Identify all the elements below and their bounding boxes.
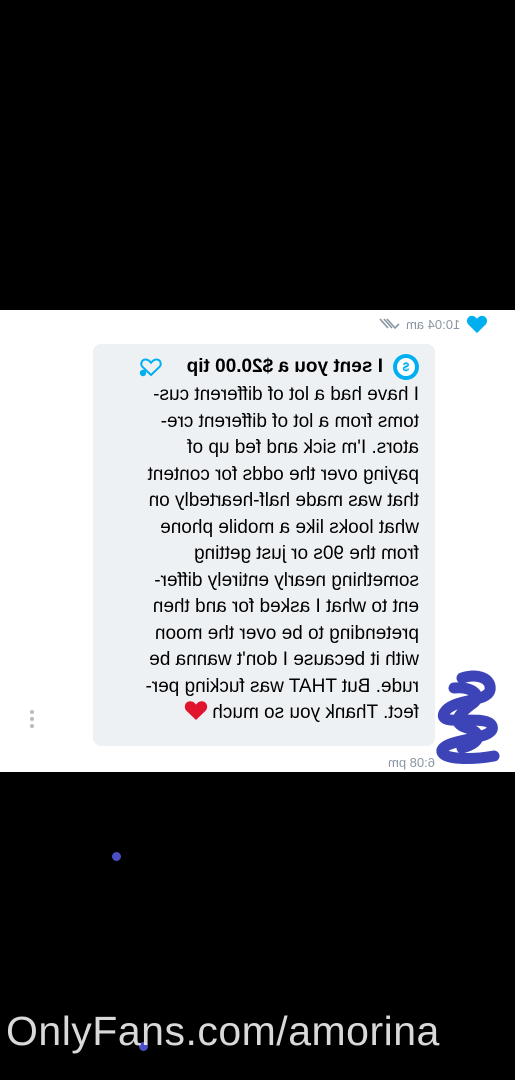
like-heart-icon[interactable] (466, 314, 488, 334)
more-options-icon[interactable] (30, 710, 34, 728)
previous-message-timestamp: 10:04 am (406, 316, 461, 332)
redaction-scribble (436, 670, 500, 764)
message-text: I have had a lot of different cus- toms … (109, 382, 419, 727)
read-receipt-icon (379, 318, 400, 330)
previous-message-meta: 10:04 am (378, 314, 488, 334)
watermark: OnlyFans.com/amorina (6, 1008, 440, 1054)
blue-dot-marker (112, 852, 121, 861)
message-timestamp: 6:08 pm (388, 755, 435, 770)
like-outline-heart-icon[interactable] (139, 356, 163, 378)
tip-header: $ I sent you a $20.00 tip (109, 354, 419, 380)
dollar-circle-icon: $ (393, 354, 419, 380)
message-text-content: I have had a lot of different cus- toms … (145, 384, 419, 723)
tip-label: I sent you a $20.00 tip (186, 356, 383, 377)
message-bubble: $ I sent you a $20.00 tip I have had a l… (93, 344, 435, 746)
red-heart-icon (185, 701, 208, 720)
